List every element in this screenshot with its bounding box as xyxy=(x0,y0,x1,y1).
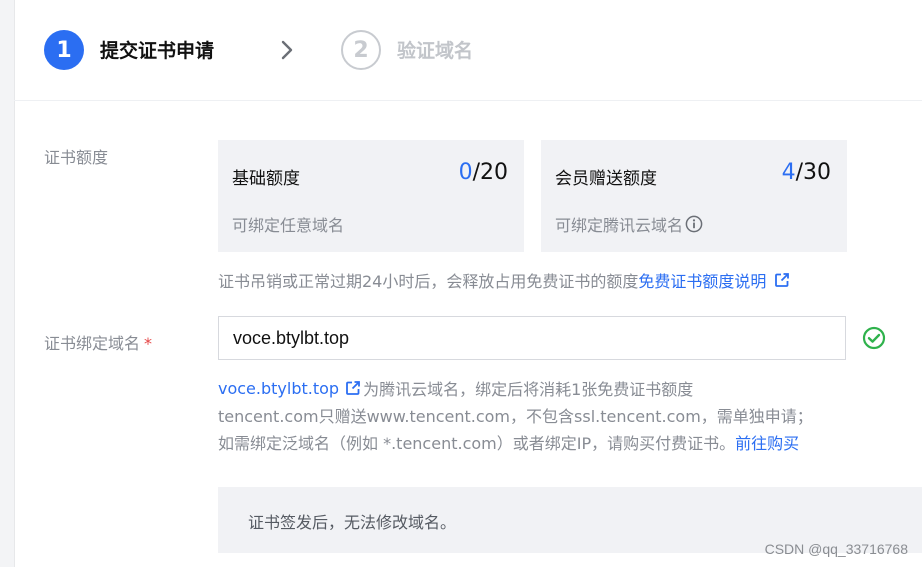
buy-link[interactable]: 前往购买 xyxy=(735,430,799,454)
watermark: CSDN @qq_33716768 xyxy=(764,541,908,557)
domain-helper-line-1: voce.btylbt.top 为腾讯云域名，绑定后将消耗1张免费证书额度 xyxy=(218,376,693,400)
quota-note: 证书吊销或正常过期24小时后，会释放占用免费证书的额度 免费证书额度说明 xyxy=(218,268,790,292)
basic-quota-card: 基础额度 0/20 可绑定任意域名 xyxy=(218,140,524,252)
domain-label: 证书绑定域名 xyxy=(44,334,141,353)
basic-quota-desc: 可绑定任意域名 xyxy=(232,216,345,235)
member-quota-count: 4/30 xyxy=(782,160,831,185)
quota-label: 证书额度 xyxy=(44,148,109,167)
domain-helper-link[interactable]: voce.btylbt.top xyxy=(218,379,339,398)
step-1-label: 提交证书申请 xyxy=(100,40,215,62)
member-quota-desc: 可绑定腾讯云域名 xyxy=(555,216,684,235)
domain-helper-text-3: 如需绑定泛域名（例如 *.tencent.com）或者绑定IP，请购买付费证书。 xyxy=(218,434,736,453)
member-quota-title: 会员赠送额度 xyxy=(555,169,657,189)
domain-helper-text-1: 为腾讯云域名，绑定后将消耗1张免费证书额度 xyxy=(363,380,694,399)
step-2-label: 验证域名 xyxy=(397,40,474,62)
member-quota-desc-row: 可绑定腾讯云域名 xyxy=(555,212,703,236)
check-circle-icon xyxy=(862,326,886,350)
step-1-number: 1 xyxy=(44,30,84,70)
basic-quota-title: 基础额度 xyxy=(232,169,300,189)
chevron-right-icon xyxy=(281,40,293,60)
warning-text: 证书签发后，无法修改域名。 xyxy=(248,513,457,532)
external-link-icon[interactable] xyxy=(774,272,790,288)
left-panel-edge xyxy=(0,0,15,567)
domain-helper-line-2: tencent.com只赠送www.tencent.com，不包含ssl.ten… xyxy=(218,403,813,427)
member-quota-used: 4 xyxy=(781,160,796,185)
domain-input[interactable] xyxy=(218,316,846,360)
domain-label-row: 证书绑定域名 * xyxy=(44,330,152,354)
basic-quota-used: 0 xyxy=(458,160,473,185)
member-quota-total: /30 xyxy=(795,160,831,185)
basic-quota-count: 0/20 xyxy=(459,160,508,185)
quota-help-link[interactable]: 免费证书额度说明 xyxy=(638,268,766,292)
domain-helper-text-2: tencent.com只赠送www.tencent.com，不包含ssl.ten… xyxy=(218,407,813,426)
step-2-number: 2 xyxy=(341,30,381,70)
member-quota-card: 会员赠送额度 4/30 可绑定腾讯云域名 xyxy=(541,140,847,252)
external-link-icon[interactable] xyxy=(345,380,361,396)
basic-quota-total: /20 xyxy=(472,160,508,185)
required-mark: * xyxy=(144,334,153,353)
stepper: 1 提交证书申请 2 验证域名 xyxy=(14,0,922,101)
domain-helper-line-3: 如需绑定泛域名（例如 *.tencent.com）或者绑定IP，请购买付费证书。… xyxy=(218,430,799,454)
quota-note-text: 证书吊销或正常过期24小时后，会释放占用免费证书的额度 xyxy=(218,272,639,291)
info-icon[interactable] xyxy=(685,215,703,233)
